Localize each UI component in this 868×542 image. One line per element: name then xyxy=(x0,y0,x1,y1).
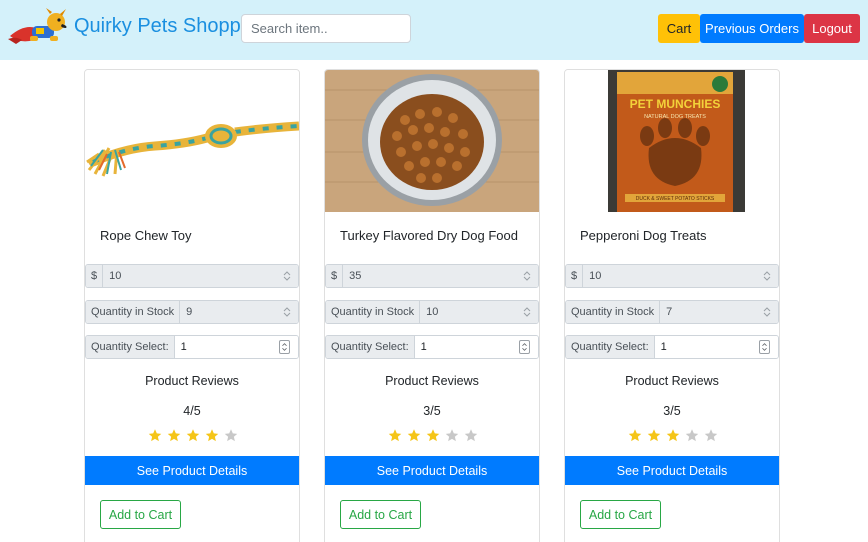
star-filled-icon xyxy=(148,429,162,442)
star-empty-icon xyxy=(445,429,459,442)
package-flavor-text: DUCK & SWEET POTATO STICKS xyxy=(636,196,715,202)
star-filled-icon xyxy=(647,429,661,442)
stock-value: 7 xyxy=(660,301,778,323)
spinner-icon xyxy=(763,271,771,281)
product-image-dog-treats: PET MUNCHIES NATURAL DOG TREATS DUCK & S… xyxy=(565,70,779,212)
search-input[interactable] xyxy=(241,14,411,43)
stock-field: Quantity in Stock 9 xyxy=(85,300,299,324)
star-rating xyxy=(387,428,479,443)
product-name: Rope Chew Toy xyxy=(100,228,192,243)
star-filled-icon xyxy=(205,429,219,442)
quantity-select-addon: Quantity Select: xyxy=(86,336,175,358)
stock-field: Quantity in Stock 7 xyxy=(565,300,779,324)
price-field: $ 10 xyxy=(565,264,779,288)
star-empty-icon xyxy=(464,429,478,442)
star-rating xyxy=(147,428,239,443)
product-name: Turkey Flavored Dry Dog Food xyxy=(340,228,518,243)
product-reviews-heading: Product Reviews xyxy=(145,374,239,388)
product-card: Turkey Flavored Dry Dog Food $ 35 Quanti… xyxy=(324,69,540,542)
quantity-stepper-icon[interactable] xyxy=(759,340,770,354)
see-product-details-button[interactable]: See Product Details xyxy=(85,456,299,485)
quantity-select-input[interactable]: 1 xyxy=(414,336,538,358)
rating-text: 4/5 xyxy=(183,404,201,418)
superhero-dog-logo[interactable] xyxy=(6,6,72,52)
stock-value: 10 xyxy=(420,301,538,323)
star-empty-icon xyxy=(704,429,718,442)
currency-addon: $ xyxy=(326,265,344,287)
spinner-icon xyxy=(283,307,291,317)
spinner-icon xyxy=(523,307,531,317)
currency-addon: $ xyxy=(86,265,104,287)
price-value: 35 xyxy=(343,265,538,287)
star-filled-icon xyxy=(388,429,402,442)
product-reviews-heading: Product Reviews xyxy=(385,374,479,388)
star-filled-icon xyxy=(426,429,440,442)
stock-addon: Quantity in Stock xyxy=(326,301,421,323)
stock-field: Quantity in Stock 10 xyxy=(325,300,539,324)
product-image-rope-toy xyxy=(85,70,299,212)
product-reviews-heading: Product Reviews xyxy=(625,374,719,388)
star-rating xyxy=(627,428,719,443)
see-product-details-button[interactable]: See Product Details xyxy=(565,456,779,485)
stock-value: 9 xyxy=(180,301,298,323)
package-brand-text: PET MUNCHIES xyxy=(630,97,721,111)
quantity-select-input[interactable]: 1 xyxy=(174,336,298,358)
product-image-dog-food xyxy=(325,70,539,212)
previous-orders-button[interactable]: Previous Orders xyxy=(700,14,804,43)
navbar: Quirky Pets Shoppe Cart Previous Orders … xyxy=(0,0,868,60)
quantity-select-field[interactable]: Quantity Select: 1 xyxy=(325,335,539,359)
star-empty-icon xyxy=(685,429,699,442)
cart-button[interactable]: Cart xyxy=(658,14,700,43)
stock-addon: Quantity in Stock xyxy=(566,301,661,323)
rating-text: 3/5 xyxy=(663,404,681,418)
add-to-cart-button[interactable]: Add to Cart xyxy=(340,500,421,529)
star-filled-icon xyxy=(628,429,642,442)
add-to-cart-button[interactable]: Add to Cart xyxy=(580,500,661,529)
product-name: Pepperoni Dog Treats xyxy=(580,228,707,243)
quantity-select-input[interactable]: 1 xyxy=(654,336,778,358)
logout-button[interactable]: Logout xyxy=(804,14,860,43)
star-filled-icon xyxy=(186,429,200,442)
star-empty-icon xyxy=(224,429,238,442)
price-field: $ 10 xyxy=(85,264,299,288)
rating-text: 3/5 xyxy=(423,404,441,418)
spinner-icon xyxy=(523,271,531,281)
price-field: $ 35 xyxy=(325,264,539,288)
price-value: 10 xyxy=(103,265,298,287)
currency-addon: $ xyxy=(566,265,584,287)
quantity-select-field[interactable]: Quantity Select: 1 xyxy=(85,335,299,359)
quantity-select-field[interactable]: Quantity Select: 1 xyxy=(565,335,779,359)
see-product-details-button[interactable]: See Product Details xyxy=(325,456,539,485)
package-subtext: NATURAL DOG TREATS xyxy=(644,114,706,120)
product-card: PET MUNCHIES NATURAL DOG TREATS DUCK & S… xyxy=(564,69,780,542)
quantity-select-addon: Quantity Select: xyxy=(566,336,655,358)
quantity-stepper-icon[interactable] xyxy=(279,340,290,354)
stock-addon: Quantity in Stock xyxy=(86,301,181,323)
star-filled-icon xyxy=(407,429,421,442)
spinner-icon xyxy=(283,271,291,281)
quantity-select-addon: Quantity Select: xyxy=(326,336,415,358)
star-filled-icon xyxy=(167,429,181,442)
spinner-icon xyxy=(763,307,771,317)
star-filled-icon xyxy=(666,429,680,442)
add-to-cart-button[interactable]: Add to Cart xyxy=(100,500,181,529)
quantity-stepper-icon[interactable] xyxy=(519,340,530,354)
price-value: 10 xyxy=(583,265,778,287)
brand-title[interactable]: Quirky Pets Shoppe xyxy=(74,15,252,38)
product-card: Rope Chew Toy $ 10 Quantity in Stock 9 Q… xyxy=(84,69,300,542)
